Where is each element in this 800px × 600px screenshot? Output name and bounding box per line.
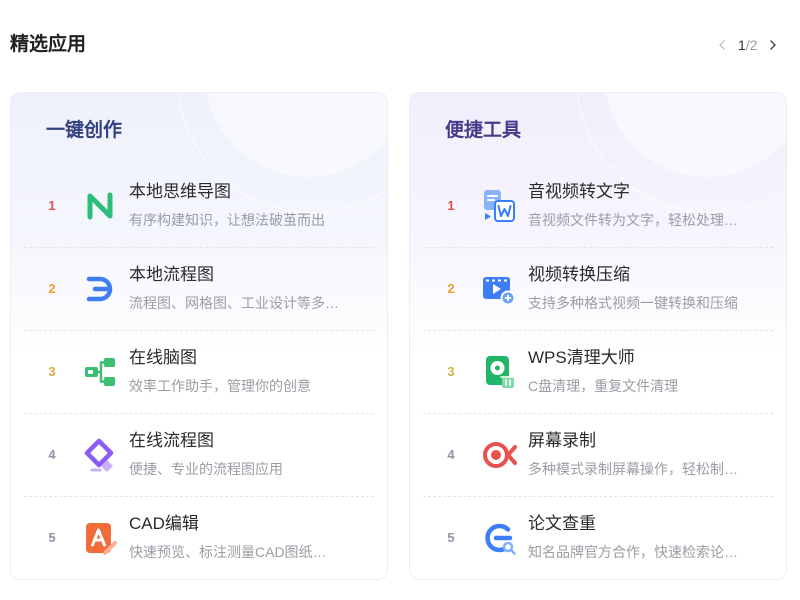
app-description: 流程图、网格图、工业设计等多… [129,295,339,311]
brain-map-icon [82,354,118,390]
rank-number: 2 [447,281,455,296]
app-description: C盘清理，重复文件清理 [528,378,679,394]
page-total: /2 [745,37,758,53]
audio-to-text-icon [481,188,517,224]
card-one-click-create: 一键创作 1 本地思维导图 有序构建知识，让想法破茧而出 2 本地流程图 流程图… [10,92,388,580]
app-title: 在线脑图 [129,348,197,367]
flowchart-icon [82,271,118,307]
app-description: 支持多种格式视频一键转换和压缩 [528,295,738,311]
app-description: 有序构建知识，让想法破茧而出 [129,212,325,228]
cad-editor-icon [82,520,118,556]
app-list: 1 音视频转文字 音视频文件转为文字，轻松处理… 2 视频转换压缩 支持多种格式… [423,165,773,579]
app-title: 在线流程图 [129,431,214,450]
app-item[interactable]: 1 本地思维导图 有序构建知识，让想法破茧而出 [24,165,374,248]
screen-record-icon [481,437,517,473]
rank-number: 2 [48,281,56,296]
app-item[interactable]: 5 CAD编辑 快速预览、标注测量CAD图纸… [24,497,374,579]
mind-map-icon [82,188,118,224]
app-description: 多种模式录制屏幕操作，轻松制… [528,461,738,477]
rank-number: 5 [48,530,56,545]
app-description: 快速预览、标注测量CAD图纸… [129,544,327,560]
section-title: 精选应用 [10,34,87,55]
app-description: 音视频文件转为文字，轻松处理… [528,212,738,228]
app-item[interactable]: 3 WPS清理大师 C盘清理，重复文件清理 [423,331,773,414]
page-indicator: 1/2 [738,36,757,54]
app-title: CAD编辑 [129,514,199,533]
app-item[interactable]: 2 视频转换压缩 支持多种格式视频一键转换和压缩 [423,248,773,331]
app-item[interactable]: 1 音视频转文字 音视频文件转为文字，轻松处理… [423,165,773,248]
video-convert-icon [481,271,517,307]
app-title: 视频转换压缩 [528,265,630,284]
app-description: 知名品牌官方合作，快速检索论… [528,544,738,560]
rank-number: 1 [48,198,56,213]
app-list: 1 本地思维导图 有序构建知识，让想法破茧而出 2 本地流程图 流程图、网格图、… [24,165,374,579]
app-title: 音视频转文字 [528,182,630,201]
rank-number: 3 [48,364,56,379]
rank-number: 4 [447,447,455,462]
app-item[interactable]: 2 本地流程图 流程图、网格图、工业设计等多… [24,248,374,331]
chevron-right-icon[interactable] [767,39,779,51]
card-title: 一键创作 [46,120,123,141]
app-item[interactable]: 3 在线脑图 效率工作助手，管理你的创意 [24,331,374,414]
app-title: 本地思维导图 [129,182,231,201]
app-title: 屏幕录制 [528,431,596,450]
card-quick-tools: 便捷工具 1 音视频转文字 音视频文件转为文字，轻松处理… 2 视频转换压缩 支… [409,92,787,580]
card-title: 便捷工具 [445,120,522,141]
app-description: 效率工作助手，管理你的创意 [129,378,311,394]
rank-number: 3 [447,364,455,379]
app-title: 论文查重 [528,514,596,533]
rank-number: 1 [447,198,455,213]
paper-check-icon [481,520,517,556]
chevron-left-icon[interactable] [716,39,728,51]
rank-number: 5 [447,530,455,545]
online-flowchart-icon [82,437,118,473]
app-item[interactable]: 5 论文查重 知名品牌官方合作，快速检索论… [423,497,773,579]
app-item[interactable]: 4 屏幕录制 多种模式录制屏幕操作，轻松制… [423,414,773,497]
app-item[interactable]: 4 在线流程图 便捷、专业的流程图应用 [24,414,374,497]
page-current: 1 [738,37,746,53]
cleaner-icon [481,354,517,390]
app-description: 便捷、专业的流程图应用 [129,461,283,477]
rank-number: 4 [48,447,56,462]
app-title: WPS清理大师 [528,348,635,367]
app-title: 本地流程图 [129,265,214,284]
